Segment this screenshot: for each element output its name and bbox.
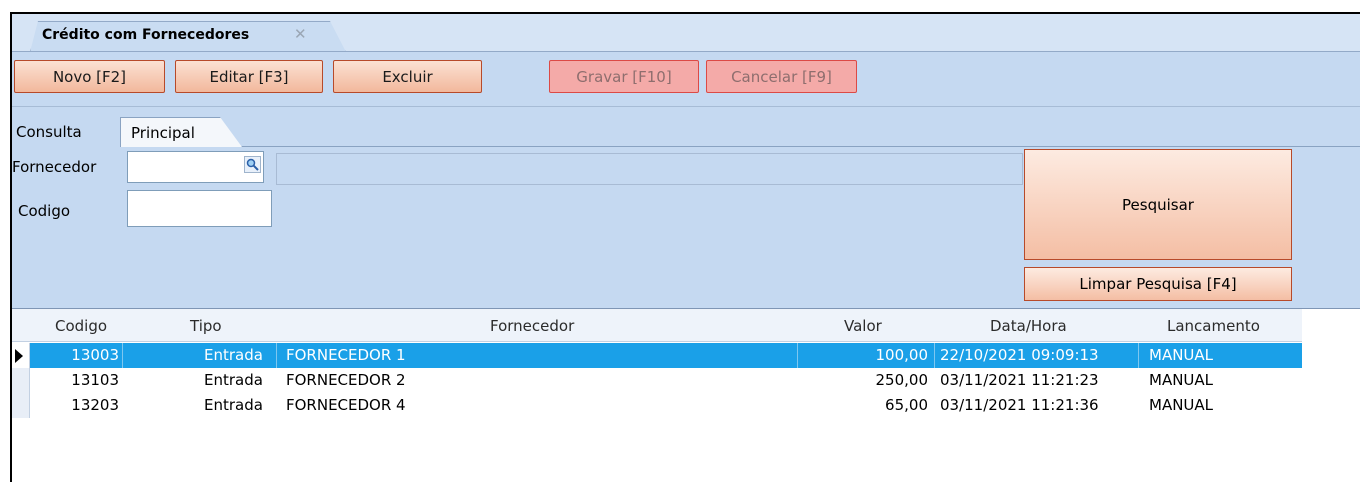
row-indicator (12, 368, 30, 393)
novo-button[interactable]: Novo [F2] (14, 60, 165, 93)
cell-divider (122, 343, 123, 368)
cell-tipo: Entrada (204, 346, 263, 364)
results-grid: Codigo Tipo Fornecedor Valor Data/Hora L… (12, 309, 1360, 482)
cancelar-button[interactable]: Cancelar [F9] (706, 60, 857, 93)
cell-datahora: 22/10/2021 09:09:13 (940, 346, 1099, 364)
cell-lancamento: MANUAL (1149, 346, 1214, 364)
cell-valor: 250,00 (875, 371, 929, 389)
toolbar: Novo [F2] Editar [F3] Excluir Gravar [F1… (12, 52, 1360, 106)
document-tab-strip: Crédito com Fornecedores ✕ (12, 14, 1360, 52)
cell-divider (797, 343, 798, 368)
row-indicator (12, 343, 30, 368)
codigo-input[interactable] (127, 190, 272, 227)
lookup-search-icon[interactable] (244, 156, 261, 173)
column-header-datahora[interactable]: Data/Hora (990, 317, 1067, 335)
cell-lancamento: MANUAL (1149, 371, 1214, 389)
cell-fornecedor: FORNECEDOR 4 (286, 396, 406, 414)
app-window: Crédito com Fornecedores ✕ Novo [F2] Edi… (10, 12, 1360, 482)
current-row-arrow-icon (15, 349, 23, 363)
pesquisar-button[interactable]: Pesquisar (1024, 149, 1292, 260)
table-row[interactable]: 13203 Entrada FORNECEDOR 4 65,00 03/11/2… (12, 393, 1302, 418)
cell-divider (1138, 343, 1139, 368)
column-header-valor[interactable]: Valor (844, 317, 882, 335)
tab-consulta[interactable]: Consulta (12, 117, 122, 147)
cell-divider (276, 343, 277, 368)
fornecedor-label: Fornecedor (12, 158, 97, 176)
cell-tipo: Entrada (204, 396, 263, 414)
document-tab-title: Crédito com Fornecedores (42, 27, 250, 43)
close-icon[interactable]: ✕ (294, 25, 307, 43)
fornecedor-description-field (276, 153, 1023, 185)
search-panel: Fornecedor Codigo Pesquisar Limpar Pesqu… (12, 147, 1360, 309)
column-header-codigo[interactable]: Codigo (55, 317, 107, 335)
excluir-button[interactable]: Excluir (333, 60, 482, 93)
cell-codigo: 13103 (71, 371, 119, 389)
limpar-pesquisa-button[interactable]: Limpar Pesquisa [F4] (1024, 267, 1292, 301)
gravar-button[interactable]: Gravar [F10] (549, 60, 699, 93)
subtab-bar: Consulta Principal (12, 106, 1360, 147)
cell-divider (934, 343, 935, 368)
codigo-label: Codigo (18, 202, 71, 220)
row-indicator (12, 393, 30, 418)
cell-valor: 65,00 (885, 396, 928, 414)
cell-codigo: 13003 (71, 346, 119, 364)
grid-header: Codigo Tipo Fornecedor Valor Data/Hora L… (12, 309, 1302, 342)
column-header-fornecedor[interactable]: Fornecedor (490, 317, 574, 335)
cell-valor: 100,00 (875, 346, 929, 364)
tab-principal[interactable]: Principal (120, 117, 242, 147)
cell-lancamento: MANUAL (1149, 396, 1214, 414)
column-header-tipo[interactable]: Tipo (190, 317, 222, 335)
cell-fornecedor: FORNECEDOR 2 (286, 371, 406, 389)
cell-fornecedor: FORNECEDOR 1 (286, 346, 406, 364)
cell-datahora: 03/11/2021 11:21:36 (940, 396, 1099, 414)
cell-tipo: Entrada (204, 371, 263, 389)
column-header-lancamento[interactable]: Lancamento (1167, 317, 1260, 335)
cell-codigo: 13203 (71, 396, 119, 414)
cell-datahora: 03/11/2021 11:21:23 (940, 371, 1099, 389)
editar-button[interactable]: Editar [F3] (175, 60, 323, 93)
table-row[interactable]: 13103 Entrada FORNECEDOR 2 250,00 03/11/… (12, 368, 1302, 393)
table-row[interactable]: 13003 Entrada FORNECEDOR 1 100,00 22/10/… (12, 343, 1302, 368)
